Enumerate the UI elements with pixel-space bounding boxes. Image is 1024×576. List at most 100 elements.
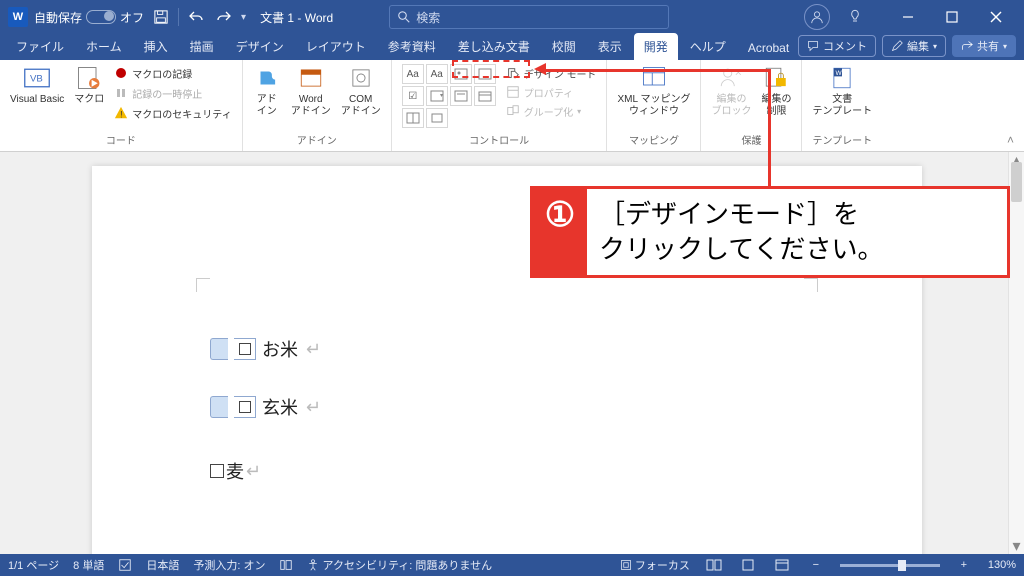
page-indicator[interactable]: 1/1 ページ <box>8 557 59 573</box>
xml-mapping-button[interactable]: XML マッピング ウィンドウ <box>617 64 690 118</box>
checkbox-control-item[interactable]: 玄米↵ <box>210 394 321 420</box>
pause-recording-button: 記録の一時停止 <box>114 84 231 102</box>
group-code: VB Visual Basic マクロ マクロの記録 記録の一時停止 !マクロの… <box>0 60 243 151</box>
tab-references[interactable]: 参考資料 <box>378 33 446 60</box>
pencil-icon <box>891 40 903 52</box>
minimize-button[interactable] <box>888 3 928 31</box>
zoom-slider[interactable] <box>840 564 940 567</box>
zoom-level[interactable]: 130% <box>988 559 1016 571</box>
accessibility-icon <box>307 559 319 571</box>
dropdown-control-icon[interactable] <box>450 86 472 106</box>
tab-layout[interactable]: レイアウト <box>296 33 376 60</box>
scroll-down-icon[interactable]: ▾ <box>1009 538 1024 554</box>
read-mode-button[interactable] <box>704 557 724 573</box>
close-button[interactable] <box>976 3 1016 31</box>
scroll-thumb[interactable] <box>1011 162 1022 202</box>
design-mode-icon <box>506 66 520 80</box>
maximize-button[interactable] <box>932 3 972 31</box>
ime-indicator[interactable]: 予測入力: オン <box>193 557 265 573</box>
web-layout-button[interactable] <box>772 557 792 573</box>
checkbox-control-icon[interactable]: ☑ <box>402 86 424 106</box>
tab-review[interactable]: 校閲 <box>542 33 586 60</box>
svg-text:!: ! <box>120 109 122 119</box>
whatsnew-button[interactable] <box>844 6 866 28</box>
callout-arrow-v <box>768 69 771 186</box>
tab-view[interactable]: 表示 <box>588 33 632 60</box>
ribbon-tabs: ファイル ホーム 挿入 描画 デザイン レイアウト 参考資料 差し込み文書 校閲… <box>0 34 1024 60</box>
focus-mode-button[interactable]: フォーカス <box>620 557 690 573</box>
properties-button[interactable]: プロパティ <box>506 83 597 101</box>
buildingblock-control-icon[interactable] <box>474 64 496 84</box>
record-macro-button[interactable]: マクロの記録 <box>114 64 231 82</box>
search-icon <box>398 11 410 23</box>
document-template-button[interactable]: W文書 テンプレート <box>812 64 872 118</box>
share-icon <box>961 40 973 52</box>
addins-button[interactable]: アド イン <box>253 64 281 118</box>
save-button[interactable] <box>150 6 172 28</box>
accessibility-indicator[interactable]: アクセシビリティ: 問題ありません <box>307 557 492 573</box>
pause-icon <box>114 86 128 100</box>
callout-arrowhead-icon <box>534 63 546 75</box>
checkbox-plain-item[interactable]: 麦↵ <box>210 458 261 484</box>
macro-security-button[interactable]: !マクロのセキュリティ <box>114 104 231 122</box>
repeat-control-icon[interactable] <box>402 108 424 128</box>
zoom-in-button[interactable]: + <box>954 557 974 573</box>
undo-button[interactable] <box>185 6 207 28</box>
tab-insert[interactable]: 挿入 <box>134 33 178 60</box>
checkbox-icon <box>239 401 251 413</box>
tab-acrobat[interactable]: Acrobat <box>738 36 799 60</box>
block-authors-button[interactable]: 編集の ブロック <box>711 64 751 118</box>
controls-gallery[interactable]: Aa Aa ☑ <box>402 64 496 128</box>
text-tools-icon[interactable] <box>279 558 293 572</box>
restrict-editing-button[interactable]: 編集の 制限 <box>761 64 791 118</box>
word-addins-button[interactable]: Word アドイン <box>291 64 331 118</box>
tab-mailings[interactable]: 差し込み文書 <box>448 33 540 60</box>
group-button[interactable]: グループ化▾ <box>506 102 597 120</box>
print-layout-button[interactable] <box>738 557 758 573</box>
margin-corner-icon <box>804 278 818 292</box>
title-bar: W 自動保存 オフ ▾ 文書 1 - Word 検索 <box>0 0 1024 34</box>
date-control-icon[interactable] <box>474 86 496 106</box>
properties-icon <box>506 85 520 99</box>
checkbox-control-item[interactable]: お米↵ <box>210 336 321 362</box>
macros-button[interactable]: マクロ <box>74 64 104 106</box>
autosave-toggle[interactable]: 自動保存 オフ <box>34 9 144 26</box>
status-bar: 1/1 ページ 8 単語 日本語 予測入力: オン アクセシビリティ: 問題あり… <box>0 554 1024 576</box>
visual-basic-button[interactable]: VB Visual Basic <box>10 64 64 106</box>
group-protect: 編集の ブロック 編集の 制限 保護 <box>701 60 802 151</box>
tab-home[interactable]: ホーム <box>76 33 132 60</box>
language-indicator[interactable]: 日本語 <box>146 557 179 573</box>
editing-mode-button[interactable]: 編集▾ <box>882 35 946 57</box>
tab-developer[interactable]: 開発 <box>634 33 678 60</box>
control-handle-icon <box>210 396 228 418</box>
legacy-tools-icon[interactable] <box>426 108 448 128</box>
document-title: 文書 1 - Word <box>260 9 333 26</box>
account-button[interactable] <box>804 4 830 30</box>
picture-control-icon[interactable] <box>450 64 472 84</box>
plaintext-control-icon[interactable]: Aa <box>426 64 448 84</box>
tab-design[interactable]: デザイン <box>226 33 294 60</box>
zoom-out-button[interactable]: − <box>806 557 826 573</box>
group-addins: アド イン Word アドイン COM アドイン アドイン <box>243 60 392 151</box>
share-button[interactable]: 共有▾ <box>952 35 1016 57</box>
svg-text:W: W <box>836 70 843 77</box>
redo-button[interactable] <box>213 6 235 28</box>
richtext-control-icon[interactable]: Aa <box>402 64 424 84</box>
checkbox-label: お米 <box>262 336 298 362</box>
search-box[interactable]: 検索 <box>389 5 669 29</box>
toggle-pill-icon <box>86 10 116 24</box>
word-count[interactable]: 8 単語 <box>73 557 104 573</box>
tab-file[interactable]: ファイル <box>6 33 74 60</box>
vertical-scrollbar[interactable]: ▴ ▾ <box>1008 152 1024 554</box>
com-addins-button[interactable]: COM アドイン <box>341 64 381 118</box>
combobox-control-icon[interactable] <box>426 86 448 106</box>
group-template: W文書 テンプレート テンプレート <box>802 60 882 151</box>
collapse-ribbon-button[interactable]: ˄ <box>1007 133 1014 147</box>
tab-help[interactable]: ヘルプ <box>680 33 736 60</box>
spell-check-icon[interactable] <box>118 558 132 572</box>
comments-button[interactable]: コメント <box>798 35 876 57</box>
design-mode-button[interactable]: デザイン モード <box>506 64 597 82</box>
focus-icon <box>620 559 632 571</box>
margin-corner-icon <box>196 278 210 292</box>
tab-draw[interactable]: 描画 <box>180 33 224 60</box>
